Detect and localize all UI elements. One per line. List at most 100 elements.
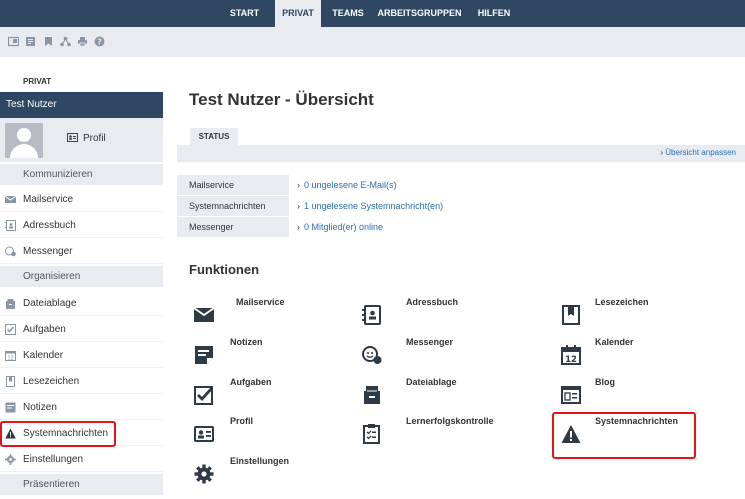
sidebar-item-label: Messenger — [23, 246, 73, 257]
sidebar-group-organisieren[interactable]: Organisieren — [0, 265, 163, 287]
function-label: Notizen — [230, 337, 263, 347]
function-kalender[interactable]: 12 Kalender — [561, 337, 721, 375]
function-label: Dateiablage — [406, 377, 457, 387]
sidebar-user-name: Test Nutzer — [0, 92, 163, 118]
sidebar-group-praesentieren[interactable]: Präsentieren — [0, 473, 163, 495]
sidebar-item-label: Adressbuch — [23, 220, 76, 231]
list-icon[interactable] — [25, 36, 36, 47]
status-link[interactable]: › 1 ungelesene Systemnachricht(en) — [297, 196, 443, 216]
window-icon[interactable] — [8, 36, 19, 47]
blog-icon — [561, 385, 581, 405]
function-profil[interactable]: Profil — [194, 416, 354, 454]
highlight-box-sidebar — [0, 421, 116, 447]
gear-icon — [5, 454, 16, 465]
chevron-right-icon: › — [297, 180, 300, 190]
functions-heading: Funktionen — [189, 262, 260, 277]
sidebar-item-einstellungen[interactable]: Einstellungen — [0, 447, 163, 472]
bookmark-icon[interactable] — [43, 36, 54, 47]
highlight-box-functions — [552, 412, 696, 459]
tab-arbeitsgruppen[interactable]: ARBEITSGRUPPEN — [377, 0, 462, 27]
toolbar: ? — [0, 27, 745, 57]
sidebar-item-notizen[interactable]: Notizen — [0, 395, 163, 420]
tab-start[interactable]: START — [222, 0, 267, 27]
status-label: Mailservice — [177, 175, 289, 195]
checklist-icon — [362, 424, 382, 444]
status-row: Messenger › 0 Mitglied(er) online — [177, 217, 745, 238]
messenger-icon — [362, 345, 382, 365]
note-icon — [5, 402, 16, 413]
status-value: 0 ungelesene E-Mail(s) — [304, 180, 397, 190]
file-cabinet-icon — [362, 385, 382, 405]
id-card-icon — [67, 133, 78, 142]
sidebar-group-kommunizieren[interactable]: Kommunizieren — [0, 163, 163, 185]
address-book-icon — [362, 305, 382, 325]
svg-text:?: ? — [97, 37, 102, 46]
function-lesezeichen[interactable]: Lesezeichen — [561, 297, 721, 335]
tab-teams[interactable]: TEAMS — [326, 0, 370, 27]
status-value: 1 ungelesene Systemnachricht(en) — [304, 201, 444, 211]
function-label: Messenger — [406, 337, 454, 347]
sidebar-item-label: Einstellungen — [23, 454, 84, 465]
sidebar-item-kalender[interactable]: 12 Kalender — [0, 343, 163, 368]
chevron-right-icon: › — [297, 222, 300, 232]
function-lernerfolgskontrolle[interactable]: Lernerfolgskontrolle — [362, 416, 522, 454]
page-title: Test Nutzer - Übersicht — [189, 90, 374, 109]
envelope-icon — [194, 305, 214, 325]
function-dateiablage[interactable]: Dateiablage — [362, 377, 522, 415]
bookmark-icon — [561, 305, 581, 325]
tab-privat[interactable]: PRIVAT — [275, 0, 321, 27]
envelope-icon — [5, 194, 16, 205]
sidebar-item-dateiablage[interactable]: Dateiablage — [0, 291, 163, 316]
function-label: Mailservice — [236, 297, 285, 307]
status-row: Mailservice › 0 ungelesene E-Mail(s) — [177, 175, 745, 196]
function-label: Blog — [595, 377, 615, 387]
function-label: Kalender — [595, 337, 634, 347]
svg-text:12: 12 — [565, 355, 577, 365]
function-label: Lesezeichen — [595, 297, 649, 307]
status-link[interactable]: › 0 Mitglied(er) online — [297, 217, 383, 237]
status-bar: › Übersicht anpassen — [177, 145, 745, 162]
function-label: Lernerfolgskontrolle — [406, 416, 494, 426]
address-book-icon — [5, 220, 16, 231]
adjust-overview-link[interactable]: › Übersicht anpassen — [660, 148, 736, 157]
bookmark-icon — [5, 376, 16, 387]
function-einstellungen[interactable]: Einstellungen — [194, 456, 354, 494]
function-label: Aufgaben — [230, 377, 272, 387]
sidebar-item-mailservice[interactable]: Mailservice — [0, 187, 163, 212]
status-label: Messenger — [177, 217, 289, 237]
sidebar-item-lesezeichen[interactable]: Lesezeichen — [0, 369, 163, 394]
sidebar-item-messenger[interactable]: Messenger — [0, 239, 163, 264]
sidebar-item-adressbuch[interactable]: Adressbuch — [0, 213, 163, 238]
function-mailservice[interactable]: Mailservice — [194, 297, 354, 335]
function-messenger[interactable]: Messenger — [362, 337, 522, 375]
function-label: Profil — [230, 416, 254, 426]
calendar-icon: 12 — [561, 345, 581, 365]
profile-label: Profil — [83, 133, 106, 144]
tab-hilfen[interactable]: HILFEN — [470, 0, 518, 27]
help-icon[interactable]: ? — [94, 36, 105, 47]
sidebar-item-label: Notizen — [23, 402, 57, 413]
function-label: Einstellungen — [230, 456, 290, 466]
print-icon[interactable] — [77, 36, 88, 47]
status-label: Systemnachrichten — [177, 196, 289, 216]
id-card-icon — [194, 424, 214, 444]
function-blog[interactable]: Blog — [561, 377, 721, 415]
function-label: Adressbuch — [406, 297, 459, 307]
svg-text:12: 12 — [7, 356, 13, 362]
network-icon[interactable] — [60, 36, 71, 47]
sidebar-item-aufgaben[interactable]: Aufgaben — [0, 317, 163, 342]
profile-link[interactable]: Profil — [67, 133, 106, 144]
function-adressbuch[interactable]: Adressbuch — [362, 297, 522, 335]
sidebar-item-label: Mailservice — [23, 194, 74, 205]
sidebar-item-label: Kalender — [23, 350, 64, 361]
function-aufgaben[interactable]: Aufgaben — [194, 377, 354, 415]
sidebar-item-label: Dateiablage — [23, 298, 77, 309]
status-link[interactable]: › 0 ungelesene E-Mail(s) — [297, 175, 397, 195]
chevron-right-icon: › — [297, 201, 300, 211]
function-notizen[interactable]: Notizen — [194, 337, 354, 375]
messenger-icon — [5, 246, 16, 257]
tab-status[interactable]: STATUS — [190, 128, 238, 146]
status-value: 0 Mitglied(er) online — [304, 222, 384, 232]
file-cabinet-icon — [5, 298, 16, 309]
adjust-overview-label: Übersicht anpassen — [665, 148, 736, 157]
